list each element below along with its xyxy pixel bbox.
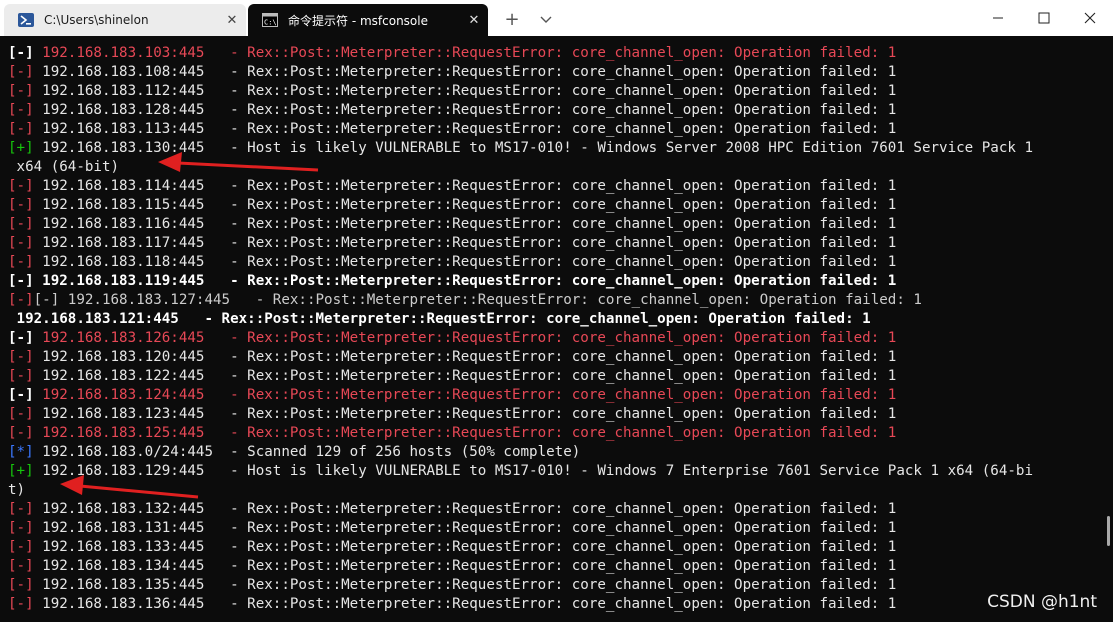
arrow-annotation-1 (158, 152, 319, 172)
arrow-annotation-2 (60, 475, 199, 499)
annotation-arrows (60, 152, 319, 499)
watermark: CSDN @h1nt (987, 592, 1097, 612)
